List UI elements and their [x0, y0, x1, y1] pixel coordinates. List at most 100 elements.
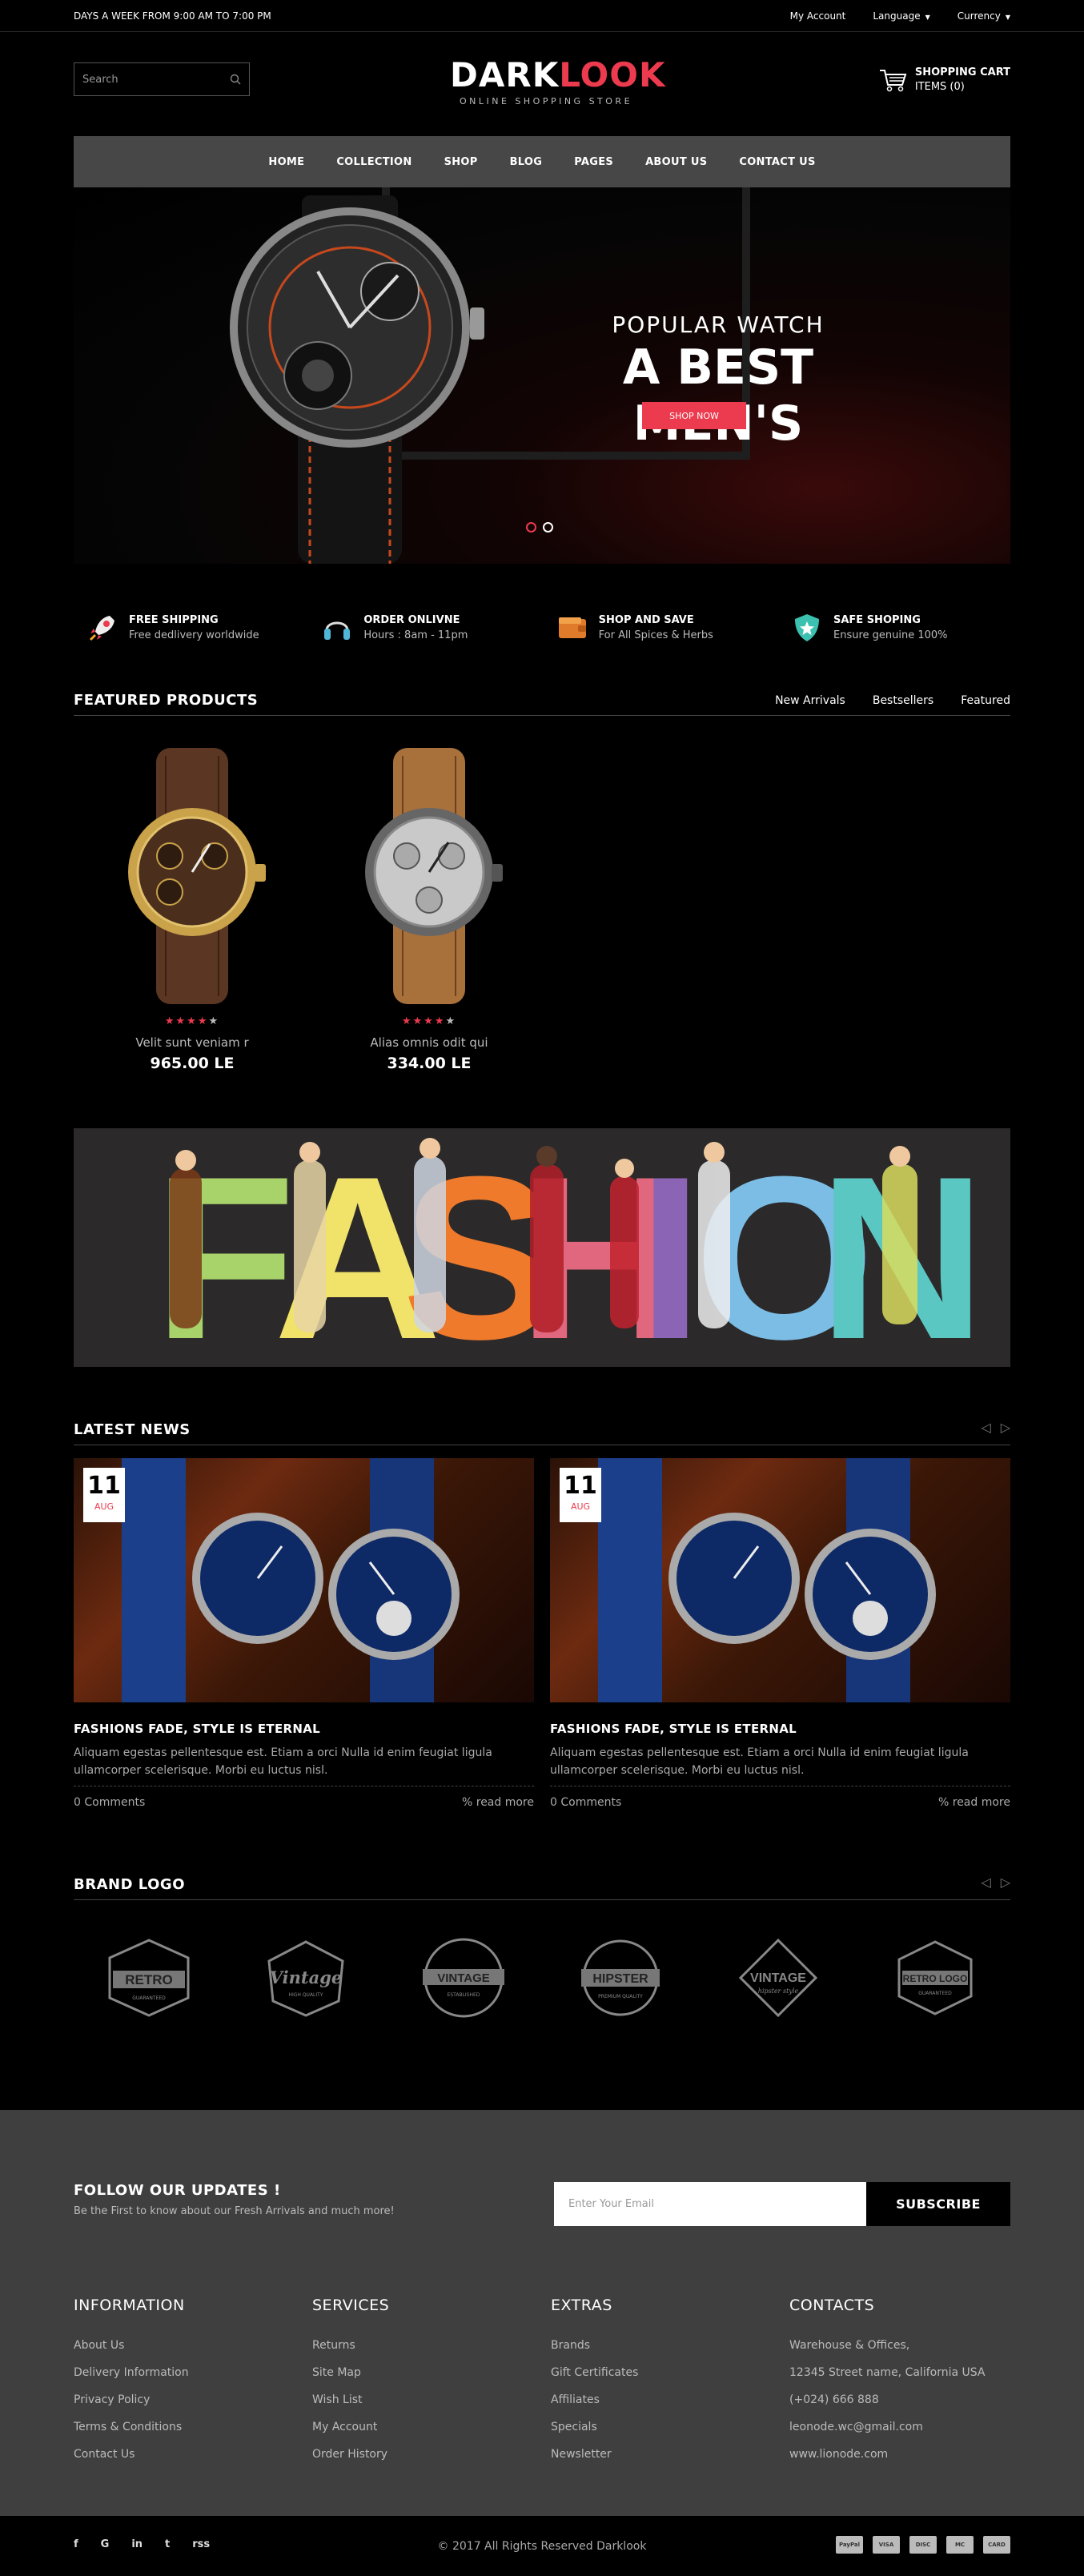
- shop-now-button[interactable]: SHOP NOW: [642, 402, 746, 429]
- footer-link[interactable]: Gift Certificates: [551, 2359, 789, 2386]
- prev-arrow-icon[interactable]: ◁: [981, 1420, 990, 1435]
- footer-link[interactable]: Newsletter: [551, 2441, 789, 2468]
- feature-shop-and-save: SHOP AND SAVE For All Spices & Herbs: [544, 611, 776, 645]
- news-image[interactable]: 11 AUG: [550, 1458, 1010, 1702]
- nav-blog[interactable]: BLOG: [494, 156, 559, 168]
- news-comments-link[interactable]: 0 Comments: [74, 1796, 145, 1809]
- brand-name: RETRO LOGO: [903, 1973, 968, 1984]
- follow-updates: FOLLOW OUR UPDATES ! Be the First to kno…: [74, 2182, 395, 2217]
- subscribe-button[interactable]: SUBSCRIBE: [866, 2182, 1010, 2226]
- read-more-link[interactable]: % read more: [462, 1796, 534, 1809]
- fashion-banner[interactable]: F A S H I O N: [74, 1128, 1010, 1367]
- news-title[interactable]: FASHIONS FADE, STYLE IS ETERNAL: [74, 1722, 534, 1736]
- nav-shop[interactable]: SHOP: [428, 156, 494, 168]
- tab-new-arrivals[interactable]: New Arrivals: [775, 694, 845, 707]
- footer-link[interactable]: Specials: [551, 2413, 789, 2441]
- footer-col-title: SERVICES: [312, 2297, 390, 2314]
- footer-columns: INFORMATION About Us Delivery Informatio…: [74, 2297, 1028, 2468]
- footer-link[interactable]: Contact Us: [74, 2441, 312, 2468]
- brand-logo-hipster[interactable]: HIPSTER PREMIUM QUALITY: [573, 1934, 668, 2022]
- nav-collection[interactable]: COLLECTION: [320, 156, 428, 168]
- chevron-down-icon: ▼: [1005, 14, 1010, 21]
- product-card[interactable]: ★★★★★ Velit sunt veniam r 965.00 LE: [74, 740, 311, 1072]
- main-nav: HOME COLLECTION SHOP BLOG PAGES ABOUT US…: [74, 136, 1010, 187]
- brand-name: VINTAGE: [750, 1971, 806, 1985]
- follow-text: Be the First to know about our Fresh Arr…: [74, 2205, 395, 2217]
- currency-dropdown[interactable]: Currency ▼: [958, 10, 1010, 22]
- feature-subtitle: Ensure genuine 100%: [833, 629, 948, 641]
- shopping-cart[interactable]: SHOPPING CART ITEMS (0): [878, 66, 1010, 94]
- rating-stars: ★★★★★: [401, 1015, 457, 1027]
- brand-logo-retro[interactable]: RETRO GUARANTEED: [102, 1934, 196, 2022]
- contact-phone: (+024) 666 888: [789, 2393, 879, 2406]
- news-date: 11 AUG: [83, 1468, 125, 1522]
- news-image[interactable]: 11 AUG: [74, 1458, 534, 1702]
- footer: FOLLOW OUR UPDATES ! Be the First to kno…: [0, 2110, 1084, 2516]
- product-card[interactable]: ★★★★★ Alias omnis odit qui 334.00 LE: [311, 740, 548, 1072]
- follow-title: FOLLOW OUR UPDATES !: [74, 2182, 281, 2199]
- contact-website[interactable]: www.lionode.com: [789, 2441, 1028, 2468]
- footer-col-title: CONTACTS: [789, 2297, 875, 2314]
- feature-subtitle: For All Spices & Herbs: [598, 629, 713, 641]
- features-bar: FREE SHIPPING Free dedlivery worldwide O…: [0, 564, 1084, 692]
- brand-sub: HIGH QUALITY: [289, 1992, 323, 1998]
- footer-link[interactable]: Wish List: [312, 2386, 551, 2413]
- footer-link[interactable]: Site Map: [312, 2359, 551, 2386]
- footer-link[interactable]: Affiliates: [551, 2386, 789, 2413]
- brand-name: RETRO: [125, 1972, 173, 1987]
- next-arrow-icon[interactable]: ▷: [1001, 1875, 1010, 1890]
- nav-pages[interactable]: PAGES: [558, 156, 629, 168]
- feature-order-online: ORDER ONLIVNE Hours : 8am - 11pm: [308, 611, 540, 645]
- news-excerpt: Aliquam egestas pellentesque est. Etiam …: [74, 1744, 534, 1786]
- cart-icon: [879, 70, 907, 92]
- footer-link[interactable]: My Account: [312, 2413, 551, 2441]
- nav-about-us[interactable]: ABOUT US: [629, 156, 723, 168]
- feature-title: FREE SHIPPING: [129, 614, 219, 626]
- contact-email[interactable]: leonode.wc@gmail.com: [789, 2413, 1028, 2441]
- product-image[interactable]: [311, 740, 548, 1012]
- prev-arrow-icon[interactable]: ◁: [981, 1875, 990, 1890]
- news-excerpt: Aliquam egestas pellentesque est. Etiam …: [550, 1744, 1010, 1786]
- language-dropdown[interactable]: Language ▼: [873, 10, 929, 22]
- news-title[interactable]: FASHIONS FADE, STYLE IS ETERNAL: [550, 1722, 1010, 1736]
- tab-bestsellers[interactable]: Bestsellers: [873, 694, 933, 707]
- nav-home[interactable]: HOME: [252, 156, 320, 168]
- news-comments-link[interactable]: 0 Comments: [550, 1796, 621, 1809]
- product-image[interactable]: [74, 740, 311, 1012]
- tab-featured[interactable]: Featured: [961, 694, 1010, 707]
- brand-logos: RETRO GUARANTEED Vintage HIGH QUALITY VI…: [74, 1934, 1010, 2022]
- product-grid: ★★★★★ Velit sunt veniam r 965.00 LE ★★★★…: [74, 740, 1010, 1072]
- brand-logo-vintage-3[interactable]: VINTAGE hipster style: [731, 1934, 825, 2022]
- store-hours: DAYS A WEEK FROM 9:00 AM TO 7:00 PM: [74, 10, 271, 22]
- footer-link[interactable]: Brands: [551, 2332, 789, 2359]
- slider-dot-1[interactable]: [526, 522, 536, 532]
- footer-link[interactable]: Privacy Policy: [74, 2386, 312, 2413]
- hero-kicker: POPULAR WATCH: [612, 311, 825, 338]
- product-name[interactable]: Velit sunt veniam r: [74, 1035, 311, 1050]
- read-more-label: read more: [952, 1796, 1010, 1809]
- search-icon[interactable]: [230, 74, 241, 85]
- brand-logo-vintage-2[interactable]: VINTAGE ESTABLISHED: [416, 1934, 511, 2022]
- footer-link[interactable]: Terms & Conditions: [74, 2413, 312, 2441]
- search-input[interactable]: [82, 73, 230, 86]
- brand-logo-vintage-1[interactable]: Vintage HIGH QUALITY: [259, 1934, 353, 2022]
- footer-col-extras: EXTRAS Brands Gift Certificates Affiliat…: [551, 2297, 789, 2468]
- footer-link[interactable]: Delivery Information: [74, 2359, 312, 2386]
- brand-logo-retro-logo[interactable]: RETRO LOGO GUARANTEED: [888, 1934, 982, 2022]
- footer-link[interactable]: About Us: [74, 2332, 312, 2359]
- read-more-link[interactable]: % read more: [938, 1796, 1010, 1809]
- section-title: LATEST NEWS: [74, 1421, 191, 1438]
- nav-contact-us[interactable]: CONTACT US: [723, 156, 831, 168]
- logo[interactable]: DARKLOOK ONLINE SHOPPING STORE: [450, 56, 664, 107]
- paypal-icon: PayPal: [836, 2536, 863, 2554]
- brand-name: Vintage: [270, 1967, 343, 1987]
- fashion-banner-graphic: F A S H I O N: [154, 1128, 986, 1367]
- footer-link[interactable]: Order History: [312, 2441, 551, 2468]
- product-name[interactable]: Alias omnis odit qui: [311, 1035, 548, 1050]
- next-arrow-icon[interactable]: ▷: [1001, 1420, 1010, 1435]
- news-month: AUG: [94, 1501, 114, 1512]
- slider-dot-2[interactable]: [543, 522, 553, 532]
- my-account-link[interactable]: My Account: [790, 10, 846, 22]
- footer-link[interactable]: Returns: [312, 2332, 551, 2359]
- email-input[interactable]: [554, 2182, 866, 2226]
